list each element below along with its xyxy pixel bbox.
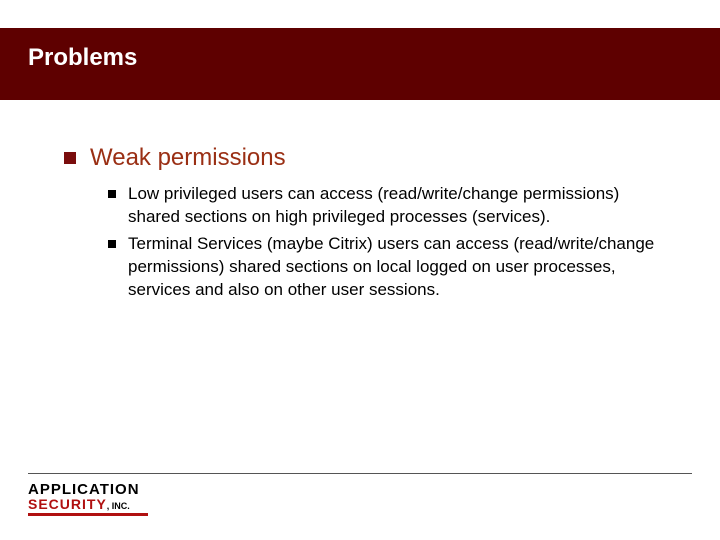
bullet-level2-text: Low privileged users can access (read/wr… xyxy=(128,183,672,229)
logo-inc-text: , INC. xyxy=(107,501,130,511)
company-logo: APPLICATION SECURITY, INC. xyxy=(28,482,148,516)
bullet-level1: Weak permissions xyxy=(64,144,672,173)
square-bullet-icon xyxy=(108,240,116,248)
logo-underline xyxy=(28,513,148,516)
slide-title: Problems xyxy=(28,44,137,72)
slide-content: Weak permissions Low privileged users ca… xyxy=(64,144,672,305)
square-bullet-icon xyxy=(64,152,76,164)
bullet-level2-text: Terminal Services (maybe Citrix) users c… xyxy=(128,233,672,302)
logo-line1: APPLICATION xyxy=(28,482,148,497)
bullet-level1-text: Weak permissions xyxy=(90,144,286,173)
bullet-level2: Terminal Services (maybe Citrix) users c… xyxy=(108,233,672,302)
bullet-level2: Low privileged users can access (read/wr… xyxy=(108,183,672,229)
square-bullet-icon xyxy=(108,190,116,198)
footer-divider xyxy=(28,473,692,474)
sub-bullet-list: Low privileged users can access (read/wr… xyxy=(108,183,672,302)
logo-security-text: SECURITY xyxy=(28,496,107,512)
logo-line2: SECURITY, INC. xyxy=(28,497,148,511)
